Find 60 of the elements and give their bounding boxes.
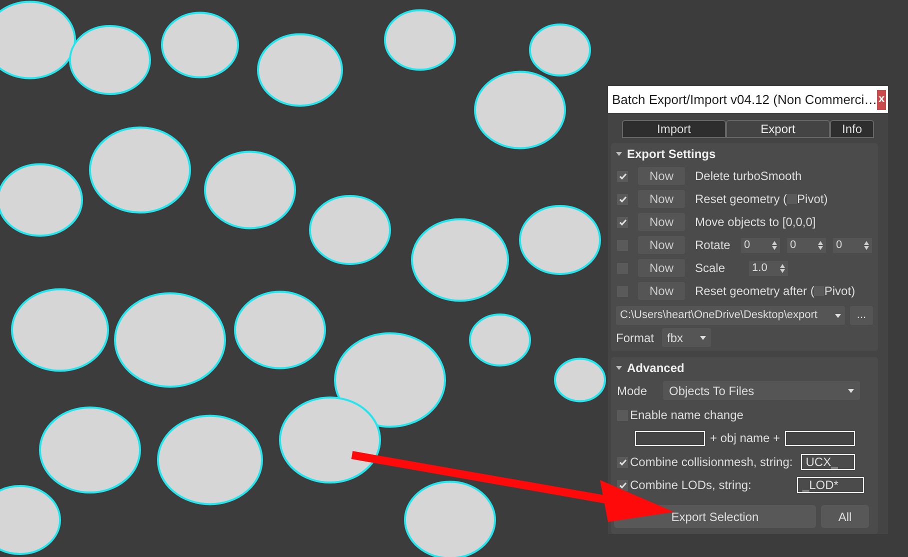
now-button[interactable]: Now — [638, 167, 685, 185]
checkmark-icon — [618, 196, 626, 202]
checkmark-icon — [618, 482, 626, 488]
checkbox-label: Pivot) — [824, 283, 856, 300]
format-label: Format — [616, 330, 654, 346]
mode-label: Mode — [617, 382, 648, 400]
checkbox[interactable] — [617, 170, 628, 182]
tab[interactable]: Export — [726, 120, 830, 138]
collapse-triangle-icon[interactable] — [616, 366, 622, 370]
spinner-field[interactable]: 0 — [787, 238, 826, 252]
spinner-field[interactable]: 0 — [741, 238, 780, 252]
spinner-arrows-icon — [864, 240, 869, 250]
caret-icon — [848, 388, 854, 392]
checkbox-label: Combine collisionmesh, string: — [630, 454, 793, 471]
close-button[interactable]: x — [877, 90, 886, 110]
all-button[interactable]: All — [821, 505, 869, 528]
suffix-field[interactable] — [785, 430, 856, 446]
path-dropdown[interactable]: C:\Users\heart\OneDrive\Desktop\export — [616, 306, 845, 325]
option-label: Reset geometry ( — [695, 191, 788, 208]
string-field[interactable]: UCX_ — [800, 454, 855, 470]
option-label: Move objects to [0,0,0] — [695, 214, 816, 231]
tab[interactable]: Info — [830, 120, 874, 138]
window-title: Batch Export/Import v04.12 (Non Commerci… — [612, 90, 878, 109]
mode-dropdown[interactable]: Objects To Files — [663, 381, 860, 400]
option-label: Scale — [695, 260, 726, 277]
browse-button[interactable]: ... — [850, 306, 873, 325]
caret-icon — [700, 336, 706, 340]
checkbox-label: Combine LODs, string: — [630, 477, 752, 494]
checkbox[interactable] — [617, 216, 628, 228]
now-button[interactable]: Now — [638, 213, 685, 231]
option-label: Rotate — [695, 237, 730, 254]
now-button[interactable]: Now — [638, 282, 685, 300]
string-field[interactable]: _LOD* — [797, 477, 864, 493]
checkbox-label: Pivot) — [797, 191, 828, 208]
tab[interactable]: Import — [622, 120, 726, 138]
checkmark-icon — [618, 172, 626, 180]
option-label: Reset geometry after ( — [695, 283, 814, 300]
checkbox[interactable] — [617, 194, 628, 204]
checkmark-icon — [618, 458, 626, 466]
now-button[interactable]: Now — [638, 259, 685, 277]
option-label: Delete turboSmooth — [695, 168, 802, 185]
now-button[interactable]: Now — [638, 190, 685, 208]
name-pattern-text: + obj name + — [710, 430, 780, 447]
checkmark-icon — [618, 218, 626, 226]
prefix-field[interactable] — [635, 430, 705, 446]
collapse-triangle-icon[interactable] — [616, 152, 622, 156]
checkbox[interactable] — [617, 480, 628, 490]
checkbox[interactable] — [617, 456, 628, 468]
now-button[interactable]: Now — [638, 236, 685, 254]
rollout-title[interactable]: Advanced — [627, 359, 684, 377]
checkbox-label: Enable name change — [630, 407, 744, 424]
spinner-arrows-icon — [780, 264, 786, 272]
path-text: C:\Users\heart\OneDrive\Desktop\export — [620, 308, 818, 324]
spinner-arrows-icon — [772, 240, 777, 250]
rollout-title[interactable]: Export Settings — [627, 145, 716, 163]
caret-icon — [835, 314, 841, 318]
spinner-arrows-icon — [818, 240, 823, 250]
spinner-field[interactable]: 0 — [833, 238, 872, 252]
spinner-field[interactable]: 1.0 — [749, 260, 788, 276]
format-dropdown[interactable]: fbx — [662, 328, 712, 347]
